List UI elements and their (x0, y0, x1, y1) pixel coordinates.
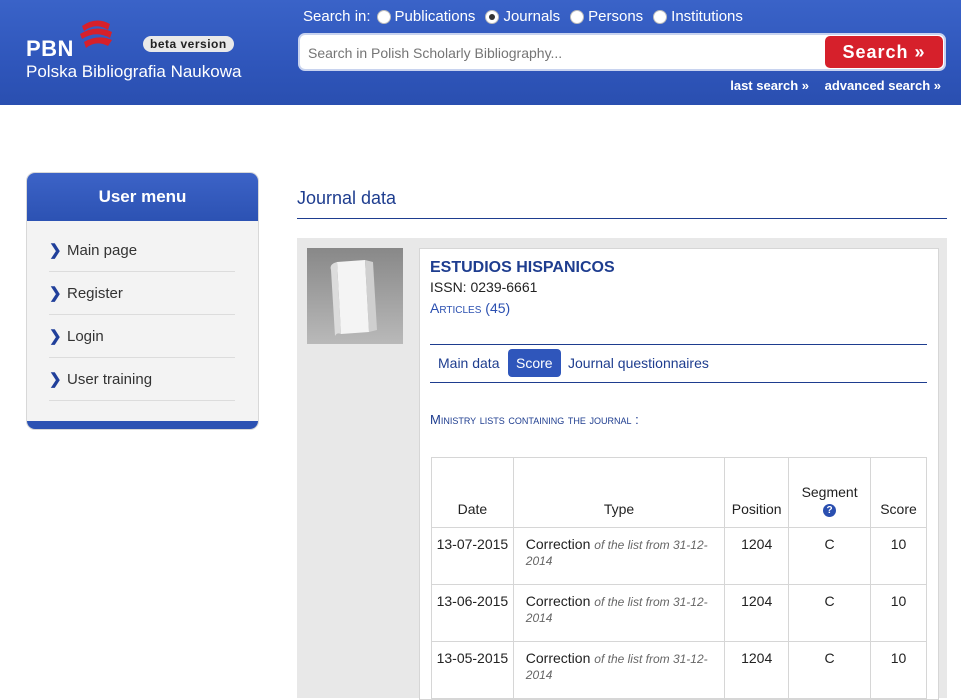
pbn-logo[interactable]: PBN Polska Bibliografia Naukowa beta ver… (26, 18, 266, 88)
sidebar-item-login[interactable]: ❯ Login (49, 315, 235, 358)
cell-position: 1204 (724, 527, 790, 585)
chevron-right-icon: ❯ (49, 328, 62, 345)
radio-label: Publications (394, 8, 476, 25)
radio-dot[interactable] (376, 9, 391, 24)
type-value: Correction (525, 536, 591, 552)
pbn-logo-mark-icon (80, 20, 112, 48)
sidebar-item-label: User training (67, 370, 153, 388)
help-icon[interactable]: ? (823, 504, 837, 517)
cell-position: 1204 (724, 584, 790, 642)
search-scope: Search in: Publications Journals Persons… (303, 8, 753, 25)
radio-label: Persons (588, 8, 644, 25)
sidebar-item-label: Main page (67, 241, 138, 259)
radio-institutions[interactable]: Institutions (653, 8, 743, 25)
table-row: 13-05-2015 Correction of the list from 3… (431, 641, 927, 699)
cell-score: 10 (870, 584, 927, 642)
journal-card: ESTUDIOS HISPANICOS ISSN: 0239-6661 Arti… (419, 248, 939, 700)
last-search-link[interactable]: last search » (730, 78, 809, 93)
radio-label: Institutions (671, 8, 743, 25)
double-chevron-icon: » (914, 41, 926, 62)
cell-segment: C (788, 527, 872, 585)
journal-panel: ESTUDIOS HISPANICOS ISSN: 0239-6661 Arti… (297, 238, 947, 700)
type-value: Correction (525, 593, 591, 609)
tab-journal-questionnaires[interactable]: Journal questionnaires (560, 349, 717, 377)
cell-date: 13-06-2015 (431, 584, 514, 642)
articles-link[interactable]: Articles (45) (430, 300, 510, 316)
logo-short: PBN (26, 36, 74, 61)
sidebar-item-label: Login (67, 327, 104, 345)
journal-issn: ISSN: 0239-6661 (430, 279, 538, 295)
cell-score: 10 (870, 641, 927, 699)
cell-date: 13-05-2015 (431, 641, 514, 699)
search-button[interactable]: Search » (825, 36, 943, 68)
col-segment: Segment? (788, 457, 872, 528)
cell-position: 1204 (724, 641, 790, 699)
cell-type: Correction of the list from 31-12-2014 (512, 527, 726, 585)
segment-header-label: Segment (801, 484, 858, 500)
search-input[interactable] (306, 35, 820, 71)
search-box: Search » (298, 33, 946, 71)
logo-full-name: Polska Bibliografia Naukowa (26, 62, 242, 81)
chevron-right-icon: ❯ (49, 371, 62, 388)
cell-type: Correction of the list from 31-12-2014 (512, 641, 726, 699)
beta-badge: beta version (143, 36, 234, 52)
journal-title: ESTUDIOS HISPANICOS (430, 259, 615, 276)
chevron-right-icon: ❯ (49, 242, 62, 259)
title-divider (297, 218, 947, 219)
advanced-search-link[interactable]: advanced search » (825, 78, 941, 93)
cell-date: 13-07-2015 (431, 527, 514, 585)
top-header: PBN Polska Bibliografia Naukowa beta ver… (0, 0, 961, 105)
col-date: Date (431, 457, 514, 528)
chevron-right-icon: ❯ (49, 285, 62, 302)
sidebar-item-label: Register (67, 284, 123, 302)
tab-score[interactable]: Score (508, 349, 561, 377)
col-position: Position (724, 457, 790, 528)
col-type: Type (512, 457, 726, 528)
col-score: Score (870, 457, 927, 528)
score-table: Date Type Position Segment? Score 13-07-… (431, 457, 927, 699)
journal-tabs: Main data Score Journal questionnaires (430, 344, 927, 383)
page-title: Journal data (297, 188, 397, 208)
sidebar-item-user-training[interactable]: ❯ User training (49, 358, 235, 401)
table-row: 13-07-2015 Correction of the list from 3… (431, 527, 927, 585)
search-button-label: Search (842, 41, 909, 62)
cell-segment: C (788, 641, 872, 699)
book-icon (330, 260, 377, 336)
radio-dot[interactable] (570, 9, 585, 24)
radio-dot-selected[interactable] (485, 9, 500, 24)
user-menu: User menu ❯ Main page ❯ Register ❯ Login… (27, 173, 258, 429)
radio-journals[interactable]: Journals (485, 8, 560, 25)
table-header-row: Date Type Position Segment? Score (431, 457, 927, 528)
cell-type: Correction of the list from 31-12-2014 (512, 584, 726, 642)
radio-publications[interactable]: Publications (376, 8, 476, 25)
sidebar-item-main-page[interactable]: ❯ Main page (49, 229, 235, 272)
radio-persons[interactable]: Persons (570, 8, 643, 25)
type-value: Correction (525, 650, 591, 666)
user-menu-footer-bar (27, 421, 258, 429)
search-in-label: Search in: (303, 8, 371, 25)
radio-dot[interactable] (653, 9, 668, 24)
user-menu-title: User menu (27, 173, 258, 221)
sidebar-item-register[interactable]: ❯ Register (49, 272, 235, 315)
cell-segment: C (788, 584, 872, 642)
radio-label: Journals (503, 8, 561, 25)
tab-main-data[interactable]: Main data (430, 349, 507, 377)
table-row: 13-06-2015 Correction of the list from 3… (431, 584, 927, 642)
ministry-lists-label: Ministry lists containing the journal : (430, 412, 639, 427)
journal-cover-image (307, 248, 403, 344)
cell-score: 10 (870, 527, 927, 585)
search-links: last search » advanced search » (718, 78, 941, 93)
